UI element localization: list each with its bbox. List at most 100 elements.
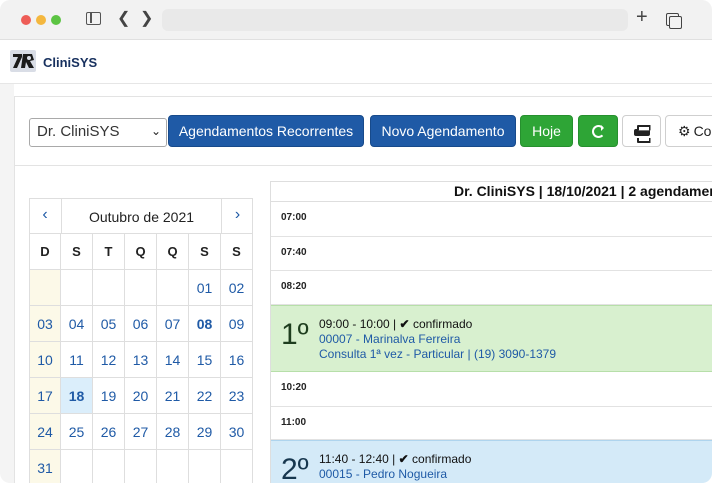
today-button[interactable]: Hoje [520, 115, 573, 147]
weekday-header: S [221, 234, 253, 270]
slot-time: 07:00 [281, 212, 307, 223]
calendar-day[interactable]: 31 [29, 450, 61, 483]
calendar-day[interactable]: 28 [157, 414, 189, 450]
minimize-window-button[interactable] [36, 15, 46, 25]
close-window-button[interactable] [21, 15, 31, 25]
calendar-day[interactable]: 09 [221, 306, 253, 342]
calendar-empty-cell [221, 450, 253, 483]
appointment-number: 1º [281, 318, 309, 351]
chevron-left-icon: ‹ [42, 206, 48, 223]
new-tab-plus-icon[interactable]: + [636, 7, 648, 27]
clinisys-logo[interactable] [8, 48, 38, 74]
calendar-empty-cell [157, 450, 189, 483]
calendar-day[interactable]: 30 [221, 414, 253, 450]
slot-time: 11:00 [281, 417, 307, 428]
sidebar-toggle-icon[interactable] [86, 12, 101, 25]
time-slot[interactable]: 08:20 [271, 271, 712, 305]
calendar-day[interactable]: 23 [221, 378, 253, 414]
calendar-empty-cell [61, 270, 93, 306]
check-icon: ✔ [398, 452, 409, 466]
patient-link[interactable]: 00007 - Marinalva Ferreira [319, 332, 460, 346]
doctor-select-value: Dr. CliniSYS [37, 123, 120, 140]
appointment-time-text: 09:00 - 10:00 | [319, 317, 397, 331]
recurring-appointments-button[interactable]: Agendamentos Recorrentes [168, 115, 364, 147]
browser-toolbar: ❮ ❯ + [0, 0, 712, 40]
next-month-button[interactable]: › [221, 198, 253, 234]
tab-overview-icon[interactable] [666, 13, 682, 29]
maximize-window-button[interactable] [51, 15, 61, 25]
schedule-title: Dr. CliniSYS | 18/10/2021 | 2 agendament… [271, 182, 712, 202]
calendar-day[interactable]: 10 [29, 342, 61, 378]
calendar-day[interactable]: 04 [61, 306, 93, 342]
weekday-header: T [93, 234, 125, 270]
calendar-day[interactable]: 19 [93, 378, 125, 414]
toolbar-divider [15, 165, 712, 166]
time-slot[interactable]: 11:00 [271, 407, 712, 440]
slot-time: 10:20 [281, 382, 307, 393]
time-slot[interactable]: 10:20 [271, 372, 712, 407]
calendar-day[interactable]: 22 [189, 378, 221, 414]
check-icon: ✔ [399, 317, 410, 331]
calendar-day[interactable]: 20 [125, 378, 157, 414]
appointment-card[interactable]: 1º 09:00 - 10:00 | ✔ confirmado 00007 - … [271, 305, 712, 372]
appointment-time: 09:00 - 10:00 | ✔ confirmado [319, 317, 472, 331]
weekday-header: S [189, 234, 221, 270]
calendar-day[interactable]: 27 [125, 414, 157, 450]
appointment-card[interactable]: 2º 11:40 - 12:40 | ✔ confirmado 00015 - … [271, 440, 712, 483]
printer-icon [633, 125, 650, 139]
print-button[interactable] [622, 115, 661, 147]
prev-month-button[interactable]: ‹ [29, 198, 62, 234]
calendar-month-title: Outubro de 2021 [88, 209, 195, 225]
gear-icon: ⚙ [678, 123, 691, 139]
brand-name: CliniSYS [43, 55, 98, 70]
calendar-day[interactable]: 18 [61, 378, 93, 414]
calendar-day[interactable]: 02 [221, 270, 253, 306]
calendar-day[interactable]: 05 [93, 306, 125, 342]
new-appointment-button[interactable]: Novo Agendamento [370, 115, 516, 147]
weekday-header: Q [157, 234, 189, 270]
calendar-day[interactable]: 06 [125, 306, 157, 342]
patient-link[interactable]: 00015 - Pedro Nogueira [319, 467, 447, 481]
calendar-day[interactable]: 21 [157, 378, 189, 414]
calendar-day[interactable]: 15 [189, 342, 221, 378]
time-slot[interactable]: 07:40 [271, 237, 712, 271]
appointment-status: confirmado [412, 452, 472, 466]
appointment-time-text: 11:40 - 12:40 | [319, 452, 396, 466]
calendar-day[interactable]: 14 [157, 342, 189, 378]
day-schedule: Dr. CliniSYS | 18/10/2021 | 2 agendament… [270, 181, 712, 483]
calendar-empty-cell [93, 270, 125, 306]
calendar-day[interactable]: 01 [189, 270, 221, 306]
agenda-panel: Dr. CliniSYS ⌄ Agendamentos Recorrentes … [14, 96, 712, 483]
calendar-empty-cell [125, 270, 157, 306]
config-button[interactable]: ⚙ Co [665, 115, 712, 147]
time-slot[interactable]: 07:00 [271, 202, 712, 237]
calendar-day[interactable]: 29 [189, 414, 221, 450]
calendar-day[interactable]: 08 [189, 306, 221, 342]
refresh-button[interactable] [578, 115, 618, 147]
back-arrow-icon[interactable]: ❮ [117, 11, 130, 27]
calendar-day[interactable]: 24 [29, 414, 61, 450]
calendar-day[interactable]: 03 [29, 306, 61, 342]
slot-time: 07:40 [281, 247, 307, 258]
calendar-day[interactable]: 17 [29, 378, 61, 414]
calendar-day[interactable]: 25 [61, 414, 93, 450]
appointment-number: 2º [281, 453, 309, 483]
calendar-day[interactable]: 16 [221, 342, 253, 378]
calendar-empty-cell [125, 450, 157, 483]
doctor-select[interactable]: Dr. CliniSYS ⌄ [29, 118, 167, 147]
forward-arrow-icon[interactable]: ❯ [140, 11, 153, 27]
appointment-status: confirmado [412, 317, 473, 331]
calendar-day[interactable]: 13 [125, 342, 157, 378]
calendar-day[interactable]: 07 [157, 306, 189, 342]
weekday-header: D [29, 234, 61, 270]
browser-window: ❮ ❯ + CliniSYS Dr. CliniSYS ⌄ Agendament… [0, 0, 712, 483]
slot-time: 08:20 [281, 281, 307, 292]
chevron-down-icon: ⌄ [150, 124, 161, 138]
calendar-empty-cell [157, 270, 189, 306]
calendar-day[interactable]: 12 [93, 342, 125, 378]
address-bar[interactable] [162, 9, 628, 31]
calendar-empty-cell [29, 270, 61, 306]
calendar-day[interactable]: 11 [61, 342, 93, 378]
calendar-empty-cell [61, 450, 93, 483]
calendar-day[interactable]: 26 [93, 414, 125, 450]
